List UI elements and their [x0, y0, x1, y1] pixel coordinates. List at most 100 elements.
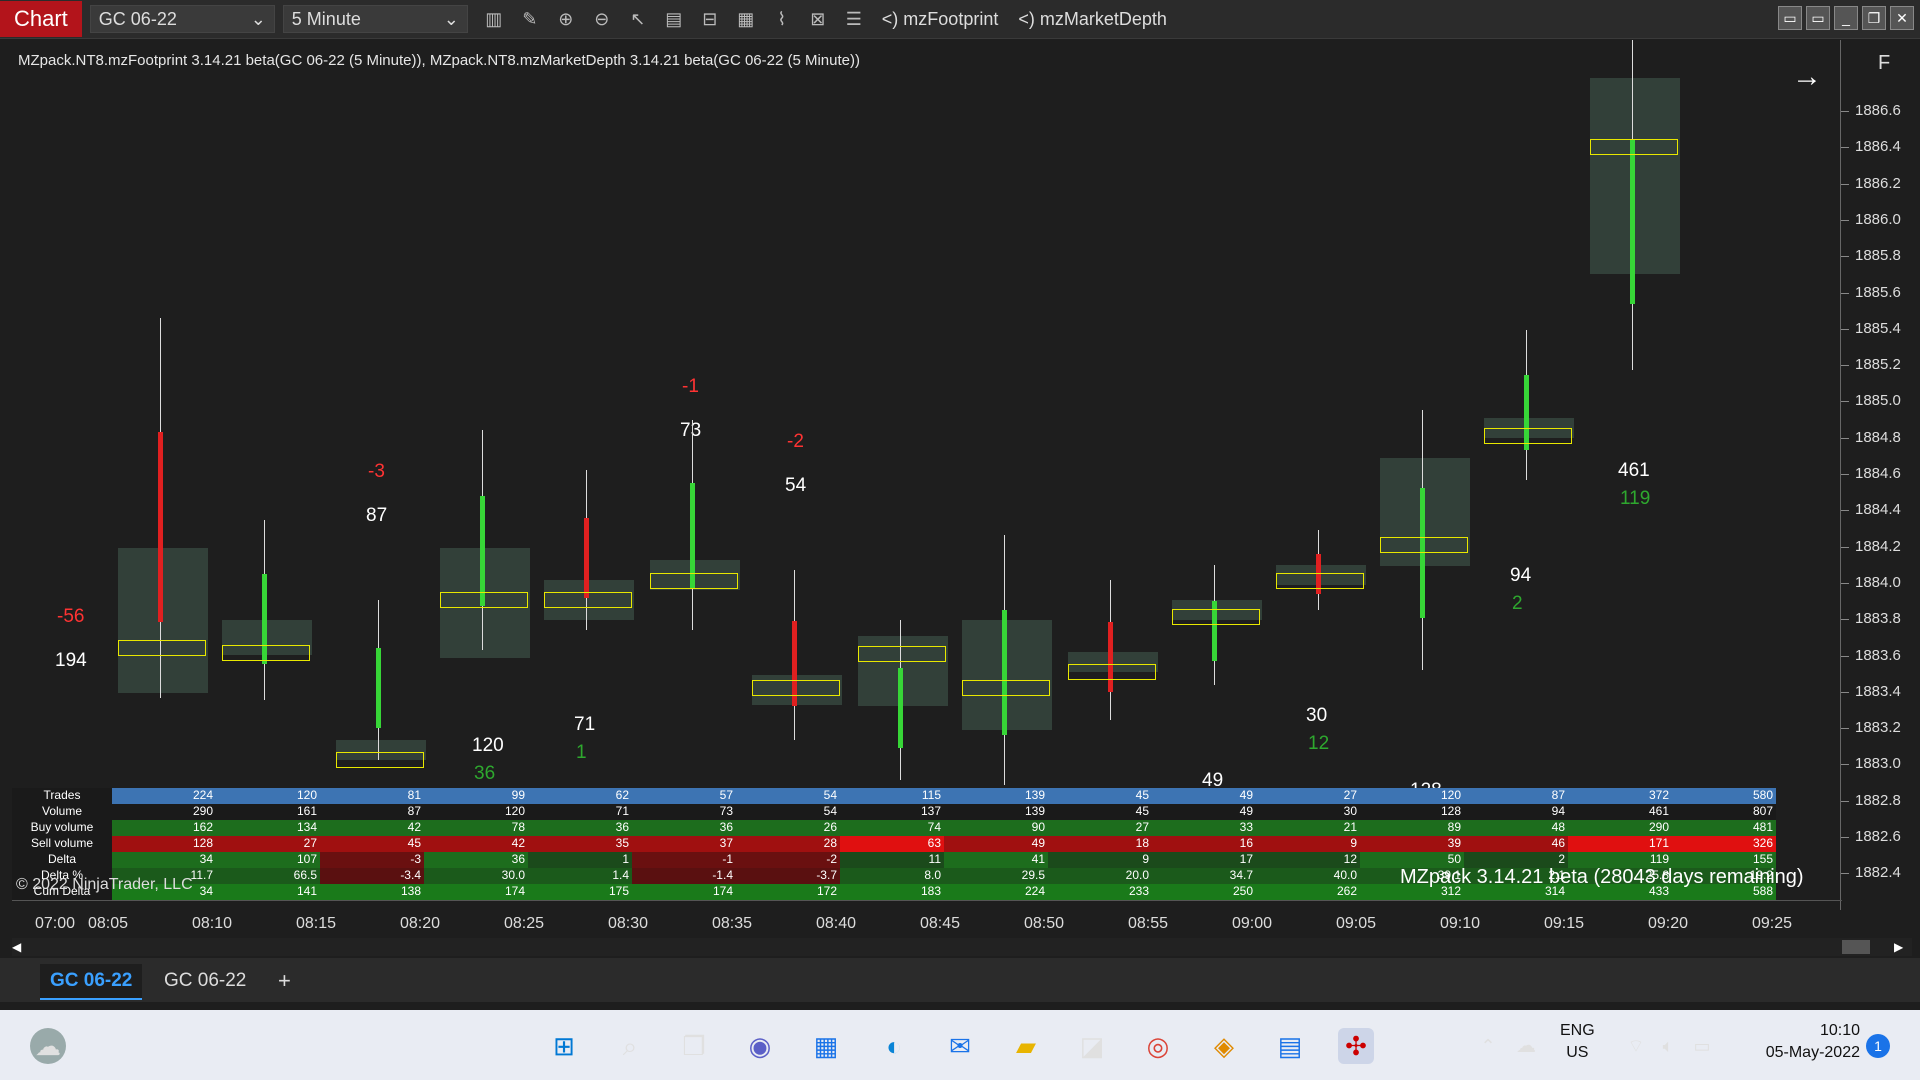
stat-cell-sell: 37 — [632, 836, 736, 852]
poc-highlight — [544, 592, 632, 608]
scroll-left-icon[interactable]: ◀ — [12, 940, 21, 954]
stat-cell-buy: 21 — [1256, 820, 1360, 836]
ninjatrader-icon[interactable]: ✣ — [1338, 1028, 1374, 1064]
volume-icon[interactable]: 🔈︎ — [1650, 1028, 1686, 1064]
zoom-in-icon[interactable]: ⊕ — [552, 5, 580, 33]
value-area-box — [118, 548, 208, 693]
bar-delta: 1 — [576, 742, 587, 763]
price-tick: 1883.2 — [1841, 719, 1901, 737]
onedrive-icon[interactable]: ☁ — [1508, 1028, 1544, 1064]
notification-badge[interactable]: 1 — [1866, 1034, 1890, 1058]
chrome-icon[interactable]: ◎ — [1140, 1028, 1176, 1064]
battery-icon[interactable]: ▭ — [1684, 1028, 1720, 1064]
tile2-icon[interactable]: ▭ — [1806, 6, 1830, 30]
stat-cell-volume: 45 — [1048, 804, 1152, 820]
scroll-thumb[interactable] — [1842, 940, 1870, 954]
chart-panel[interactable] — [12, 40, 1842, 910]
mzmarketdepth-button[interactable]: <) mzMarketDepth — [1018, 9, 1167, 30]
wifi-icon[interactable]: ⌔ — [1618, 1028, 1654, 1064]
interval-select[interactable]: 5 Minute ⌄ — [282, 5, 468, 33]
time-tick: 08:20 — [399, 915, 441, 932]
bar-volume: 87 — [366, 505, 388, 526]
mzfootprint-button[interactable]: <) mzFootprint — [882, 9, 999, 30]
time-tick: 09:10 — [1439, 915, 1481, 932]
strategies-icon[interactable]: ⊠ — [804, 5, 832, 33]
stat-cell-trades: 139 — [944, 788, 1048, 804]
chat-icon[interactable]: ◉ — [742, 1028, 778, 1064]
sheet-tab[interactable]: GC 06-22 — [154, 964, 256, 998]
templates-icon[interactable]: ⊟ — [696, 5, 724, 33]
time-axis[interactable]: 07:00 08:05 08:10 08:15 08:20 08:25 08:30 08:35… — [12, 900, 1842, 932]
clock[interactable]: 10:10 05-May-2022 — [1740, 1020, 1860, 1064]
chevron-up-icon[interactable]: ⌃ — [1470, 1028, 1506, 1064]
lang-line2: US — [1566, 1044, 1589, 1061]
poc-highlight — [1276, 573, 1364, 589]
restore-icon[interactable]: ❐ — [1862, 6, 1886, 30]
price-tick: 1886.2 — [1841, 174, 1901, 192]
poc-highlight — [1484, 428, 1572, 444]
chart-tab[interactable]: Chart — [0, 1, 82, 37]
stat-cell-cum: 138 — [320, 884, 424, 900]
time-tick: 08:35 — [711, 915, 753, 932]
stat-cell-sell: 45 — [320, 836, 424, 852]
stat-cell-buy: 48 — [1464, 820, 1568, 836]
price-tick: 1882.6 — [1841, 828, 1901, 845]
candle-body — [1630, 139, 1635, 304]
price-axis[interactable]: 1886.6 1886.4 1886.2 1886.0 1885.8 1885.6 1885… — [1840, 40, 1920, 910]
file-explorer-icon[interactable]: ▰ — [1008, 1028, 1044, 1064]
store-icon[interactable]: ▦ — [808, 1028, 844, 1064]
stat-cell-volume: 128 — [1360, 804, 1464, 820]
mail-icon[interactable]: ✉ — [942, 1028, 978, 1064]
stat-cell-trades: 57 — [632, 788, 736, 804]
object-list-icon[interactable]: ☰ — [840, 5, 868, 33]
copyright-text: © 2022 NinjaTrader, LLC — [16, 876, 193, 893]
sticky-notes-icon[interactable]: ◪ — [1074, 1028, 1110, 1064]
poc-highlight — [1380, 537, 1468, 553]
tile-icon[interactable]: ▭ — [1778, 6, 1802, 30]
minimize-icon[interactable]: _ — [1834, 6, 1858, 30]
bar-delta: -1 — [682, 376, 699, 397]
chart-style-icon[interactable]: ▦ — [732, 5, 760, 33]
time-tick: 09:05 — [1335, 915, 1377, 932]
arrow-right-icon[interactable]: → — [1792, 60, 1822, 94]
interval-value: 5 Minute — [291, 9, 361, 29]
stat-cell-volume: 87 — [320, 804, 424, 820]
time-tick: 07:00 — [34, 915, 76, 932]
price-tick: 1883.6 — [1841, 646, 1901, 664]
task-view-icon[interactable]: ❐ — [676, 1028, 712, 1064]
stat-cell-delta: 41 — [944, 852, 1048, 868]
stat-cell-volume: 49 — [1152, 804, 1256, 820]
stat-cell-deltapct: 66.5 — [216, 868, 320, 884]
bar-delta: 36 — [474, 763, 496, 784]
bar-delta: -56 — [57, 606, 85, 627]
start-icon[interactable]: ⊞ — [546, 1028, 582, 1064]
vpn-icon[interactable]: ◈ — [1206, 1028, 1242, 1064]
horizontal-scrollbar[interactable]: ◀ ▶ — [12, 938, 1912, 956]
poc-highlight — [962, 680, 1050, 696]
time-tick: 08:40 — [815, 915, 857, 932]
candle-body — [376, 648, 381, 728]
language-indicator[interactable]: ENG US — [1560, 1020, 1595, 1064]
time-tick: 09:00 — [1231, 915, 1273, 932]
draw-pencil-icon[interactable]: ✎ — [516, 5, 544, 33]
document-icon[interactable]: ▤ — [1272, 1028, 1308, 1064]
indicators-icon[interactable]: ⌇ — [768, 5, 796, 33]
edge-icon[interactable]: ◐ — [876, 1028, 912, 1064]
scroll-right-icon[interactable]: ▶ — [1894, 940, 1903, 954]
zoom-out-icon[interactable]: ⊖ — [588, 5, 616, 33]
weather-icon[interactable]: ☁ — [30, 1028, 66, 1064]
pointer-icon[interactable]: ↖ — [624, 5, 652, 33]
add-tab-button[interactable]: + — [268, 964, 301, 998]
close-icon[interactable]: ✕ — [1890, 6, 1914, 30]
poc-highlight — [1172, 609, 1260, 625]
instrument-select[interactable]: GC 06-22 ⌄ — [89, 5, 275, 33]
data-box-icon[interactable]: ▤ — [660, 5, 688, 33]
poc-highlight — [858, 646, 946, 662]
stat-cell-volume: 120 — [424, 804, 528, 820]
bar-type-icon[interactable]: ▥ — [480, 5, 508, 33]
sheet-tab-active[interactable]: GC 06-22 — [40, 964, 143, 1000]
candle-body — [584, 518, 589, 598]
stat-cell-sell: 18 — [1048, 836, 1152, 852]
stat-cell-cum: 175 — [528, 884, 632, 900]
search-icon[interactable]: ⌕ — [612, 1028, 648, 1064]
